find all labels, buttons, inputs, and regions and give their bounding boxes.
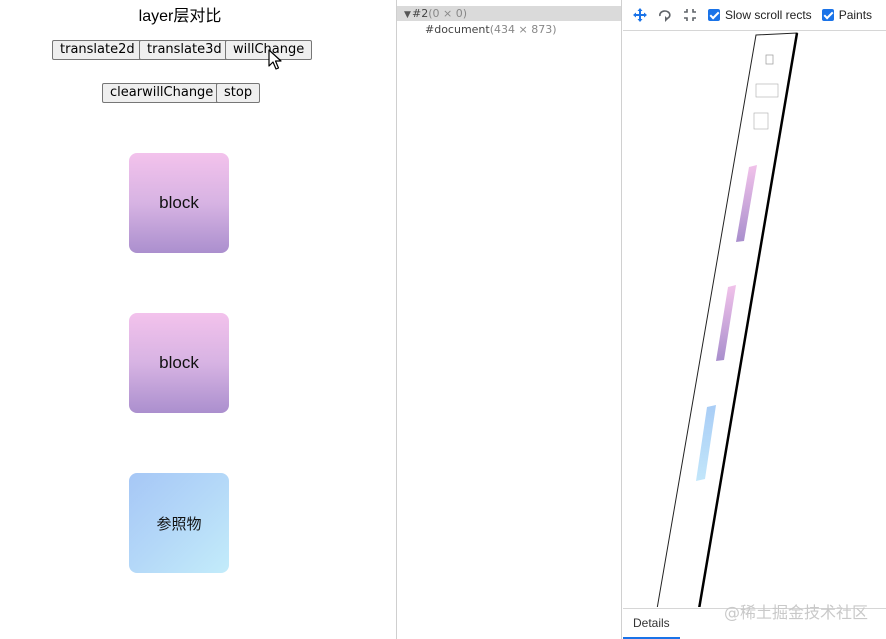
reference-block: 参照物 [129, 473, 229, 573]
checkbox-checked-icon[interactable] [821, 9, 834, 21]
layer-tree-row-root[interactable]: ▼#2(0 × 0) [397, 6, 621, 21]
layer-name: #document [425, 23, 490, 36]
tab-details[interactable]: Details [623, 609, 680, 639]
layer-tree: ▼#2(0 × 0) #document(434 × 873) [397, 0, 622, 639]
watermark: @稀土掘金技术社区 [723, 603, 868, 622]
expand-triangle-icon[interactable]: ▼ [404, 8, 412, 23]
block-2: block [129, 313, 229, 413]
layers-toolbar: Slow scroll rects Paints [623, 0, 886, 31]
demo-page: layer层对比 translate2d translate3d willCha… [0, 0, 396, 639]
slow-scroll-rects-label: Slow scroll rects [725, 8, 812, 22]
reset-transform-icon[interactable] [682, 7, 698, 23]
block-1: block [129, 153, 229, 253]
slow-scroll-rects-toggle[interactable]: Slow scroll rects [708, 8, 812, 22]
stop-button[interactable]: stop [216, 83, 261, 103]
mouse-cursor-icon [268, 49, 282, 70]
layer-dimensions: (0 × 0) [428, 7, 468, 20]
layer-dimensions: (434 × 873) [489, 23, 557, 36]
page-title: layer层对比 [138, 8, 222, 25]
rotate-mode-icon[interactable] [657, 7, 673, 23]
layers-3d-view: Slow scroll rects Paints Details [623, 0, 886, 639]
devtools-layers-panel: ▼#2(0 × 0) #document(434 × 873) Slow scr… [396, 0, 886, 639]
layer-name: #2 [412, 7, 429, 20]
paints-toggle[interactable]: Paints [821, 8, 873, 22]
translate3d-button[interactable]: translate3d [139, 40, 230, 60]
layers-3d-canvas[interactable] [623, 31, 886, 607]
checkbox-checked-icon[interactable] [708, 9, 720, 21]
layer-tree-row-document[interactable]: #document(434 × 873) [397, 22, 621, 37]
translate2d-button[interactable]: translate2d [52, 40, 143, 60]
paints-label: Paints [838, 8, 873, 22]
clearwillchange-button[interactable]: clearwillChange [102, 83, 222, 103]
pan-mode-icon[interactable] [632, 7, 648, 23]
